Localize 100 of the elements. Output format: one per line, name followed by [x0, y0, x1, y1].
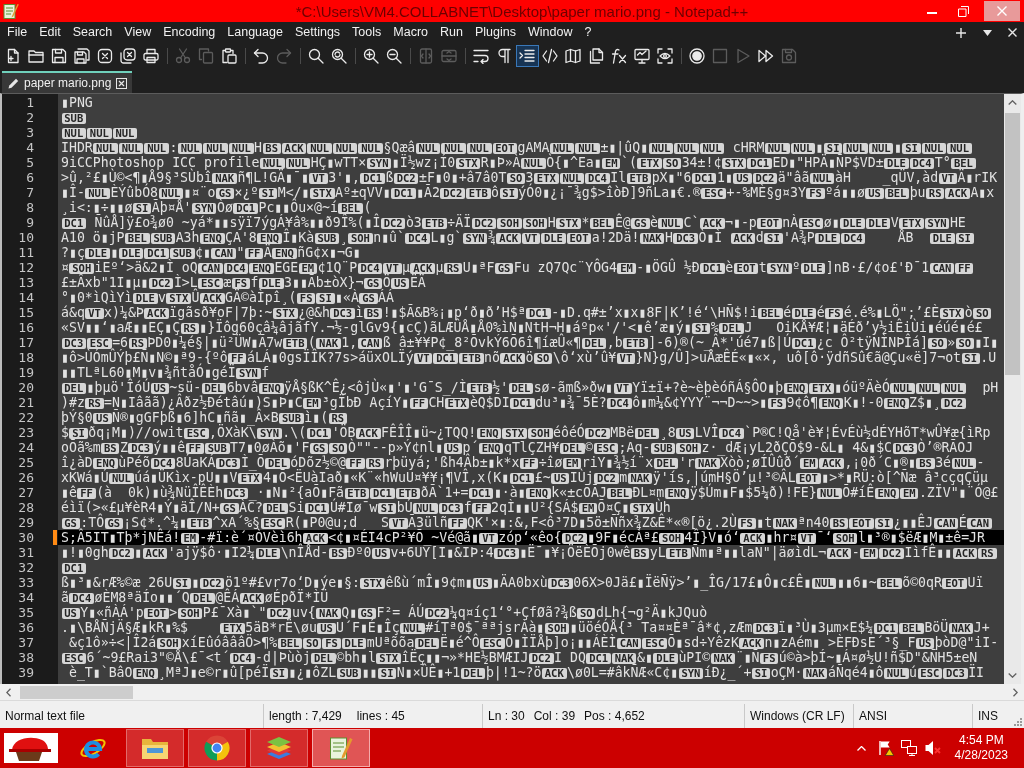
control-character: FS — [297, 292, 316, 304]
menu-item[interactable]: ? — [578, 23, 598, 42]
code-tags-icon[interactable] — [542, 47, 558, 64]
control-character: DLE — [341, 637, 367, 649]
control-character: FF — [228, 352, 247, 364]
up-caret-icon[interactable] — [856, 745, 866, 751]
code-text: ÅB — [896, 230, 915, 245]
code-text: áÑqé4▮ô — [827, 665, 884, 680]
scrollbar-thumb[interactable] — [1005, 113, 1020, 375]
code-text: ¸8 — [659, 425, 676, 440]
taskbar-button[interactable] — [188, 729, 246, 767]
menu-item[interactable]: Edit — [33, 23, 67, 42]
down-chevron-icon[interactable] — [1008, 673, 1017, 678]
left-chevron-icon[interactable] — [6, 687, 11, 697]
monitor-icon[interactable] — [634, 47, 650, 64]
code-text: þ|!1~?ö — [485, 665, 542, 680]
printer-icon[interactable] — [143, 47, 159, 64]
close-all-icon[interactable] — [120, 47, 136, 64]
control-character: DEL — [460, 667, 486, 679]
code-text: a!2Dä! — [591, 230, 640, 245]
control-character: ACK — [826, 547, 852, 559]
code-text: þòD@"iI- — [934, 635, 999, 650]
taskbar-button[interactable] — [250, 729, 308, 767]
code-text: M</▮ — [277, 185, 310, 200]
control-character: GS — [631, 217, 650, 229]
control-character: SOH — [832, 532, 858, 544]
code-text: é.é%▮LÖ";’£È — [843, 305, 940, 320]
control-character: CAN — [933, 517, 959, 529]
fast-forward-icon[interactable] — [758, 47, 774, 64]
scrollbar-thumb[interactable] — [20, 685, 133, 699]
control-character: DEL — [634, 427, 660, 439]
menu-item[interactable]: Language — [221, 23, 289, 42]
menu-item[interactable]: Search — [66, 23, 119, 42]
menu-item[interactable]: View — [118, 23, 158, 42]
undo-icon[interactable] — [253, 47, 269, 64]
new-file-icon[interactable] — [5, 47, 21, 64]
eye-frame-icon[interactable] — [657, 47, 673, 64]
code-text: ±▮|ûQ▮ — [600, 140, 649, 155]
menu-item[interactable]: Plugins — [468, 23, 522, 42]
zoom-in-icon[interactable] — [363, 47, 379, 64]
clipboard-icon[interactable] — [221, 47, 237, 64]
dropdown-icon[interactable] — [983, 29, 992, 36]
vertical-scrollbar[interactable] — [1004, 94, 1021, 684]
code-text: 5äB*rË\øu — [245, 620, 317, 635]
close-icon[interactable] — [97, 47, 113, 64]
taskbar-button[interactable] — [126, 729, 184, 767]
close-icon[interactable] — [1008, 28, 1017, 37]
taskbar-button[interactable] — [312, 729, 370, 767]
menu-item[interactable]: Macro — [387, 23, 435, 42]
right-chevron-icon[interactable] — [1013, 687, 1018, 697]
search-replace-icon[interactable] — [331, 47, 347, 64]
code-text: Ì_Õ — [240, 455, 265, 470]
code-text: ïgãsð¥oF|7þ:~ — [169, 305, 273, 320]
folder-icon[interactable] — [28, 47, 44, 64]
control-character: GS — [309, 442, 329, 454]
code-text: }N}g/Û]>uÅæÊÉ«▮«×, uô[ô·ÿdñSû€ã@Çu«ë]7¬ot — [635, 350, 962, 365]
menu-item[interactable]: Window — [521, 23, 579, 42]
menu-item[interactable]: Tools — [346, 23, 388, 42]
control-character: ETB — [466, 187, 491, 199]
line-number: 4 — [26, 140, 34, 155]
search-icon[interactable] — [308, 47, 324, 64]
menu-item[interactable]: Encoding — [157, 23, 222, 42]
plus-icon[interactable] — [956, 27, 966, 38]
code-text: FÊÎÎ▮ü~¿TQQ! — [381, 425, 477, 440]
code-text: =6 — [112, 335, 128, 350]
horizontal-scrollbar[interactable] — [0, 684, 1024, 700]
control-character: GS — [363, 277, 383, 289]
up-chevron-icon[interactable] — [1008, 100, 1017, 105]
menu-item[interactable]: Run — [434, 23, 469, 42]
restore-icon[interactable] — [958, 5, 969, 17]
network-icon[interactable] — [900, 740, 917, 756]
menu-item[interactable]: Settings — [288, 23, 347, 42]
floppy-disks-icon[interactable] — [74, 47, 90, 64]
code-text: n▮û` — [373, 230, 405, 245]
code-text: ED▮"HPÄ▮ÑP$VD± — [772, 155, 884, 170]
control-character: ACK — [496, 232, 521, 244]
flag-warning-icon[interactable] — [877, 740, 894, 756]
documents-icon[interactable] — [588, 47, 604, 64]
function-icon[interactable] — [611, 47, 627, 64]
code-text: ñ¶L!GÄ▮¯▮ — [237, 170, 309, 185]
code-text: Aº±qVV▮ — [335, 185, 391, 200]
control-character: ENQ — [93, 457, 118, 469]
pilcrow-icon[interactable] — [496, 47, 512, 64]
speaker-muted-icon[interactable] — [924, 740, 941, 756]
menu-item[interactable]: File — [1, 23, 34, 42]
close-icon[interactable] — [116, 77, 128, 89]
map-icon[interactable] — [565, 47, 581, 64]
record-icon[interactable] — [689, 47, 705, 64]
control-character: ENQ — [818, 397, 844, 409]
code-text: R▮Þ»À — [480, 155, 521, 170]
code-text: Xòò;øÍÛûð´ — [720, 455, 800, 470]
control-character: DLE — [132, 292, 158, 304]
tab[interactable]: paper mario.png — [2, 71, 133, 93]
resize-grip-icon[interactable] — [1014, 718, 1022, 726]
control-character: ESC — [798, 217, 824, 229]
word-wrap-icon[interactable] — [473, 47, 489, 64]
code-text: Õ▮ÌÏÅþ]o¡▮▮ÁÈÌ — [505, 635, 617, 650]
zoom-out-icon[interactable] — [386, 47, 402, 64]
code-text: ì▮( — [304, 410, 329, 425]
floppy-disk-icon[interactable] — [51, 47, 67, 64]
